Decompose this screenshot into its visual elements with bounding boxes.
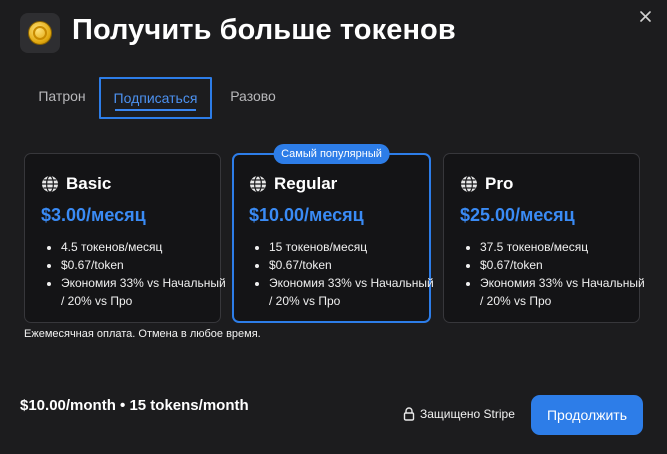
close-button[interactable] [635,6,655,26]
continue-button[interactable]: Продолжить [531,395,643,435]
secure-payment-label: Защищено Stripe [403,407,515,421]
plan-name: Basic [66,174,112,193]
lock-icon [403,407,415,421]
tab-label: Подписаться [113,90,198,106]
plan-features: 15 токенов/месяц $0.67/token Экономия 33… [249,238,439,310]
plan-name: Pro [485,174,514,193]
globe-icon [42,175,58,193]
secure-text: Защищено Stripe [420,407,515,421]
plan-features: 4.5 токенов/месяц $0.67/token Экономия 3… [41,238,231,310]
coin-icon [28,21,52,45]
plan-card-regular[interactable]: Самый популярный Regular $10.00/месяц 15… [232,144,434,323]
billing-note: Ежемесячная оплата. Отмена в любое время… [24,328,261,340]
globe-icon [461,175,477,193]
plan-card-basic[interactable]: Basic $3.00/месяц 4.5 токенов/месяц $0.6… [24,153,226,323]
app-icon [20,13,60,53]
globe-icon [250,175,266,193]
tab-label: Патрон [38,88,86,104]
dialog-title: Получить больше токенов [72,14,456,46]
close-icon [639,10,651,22]
active-tab-indicator [115,109,196,111]
tab-one-time[interactable]: Разово [214,77,292,115]
plan-name: Regular [274,174,338,193]
feature-item: Экономия 33% vs Начальный / 20% vs Про [61,274,231,310]
feature-item: 4.5 токенов/месяц [61,238,231,256]
plan-price: $25.00/месяц [460,205,575,225]
plan-price: $10.00/месяц [249,205,364,225]
plan-card-pro[interactable]: Pro $25.00/месяц 37.5 токенов/месяц $0.6… [443,153,645,323]
feature-item: $0.67/token [480,256,650,274]
order-summary: $10.00/month • 15 tokens/month [20,397,249,414]
plan-price: $3.00/месяц [41,205,146,225]
feature-item: Экономия 33% vs Начальный / 20% vs Про [269,274,439,310]
feature-item: 15 токенов/месяц [269,238,439,256]
tab-label: Разово [230,88,276,104]
feature-item: $0.67/token [61,256,231,274]
tab-patron[interactable]: Патрон [24,77,100,115]
feature-item: $0.67/token [269,256,439,274]
feature-item: 37.5 токенов/месяц [480,238,650,256]
most-popular-badge: Самый популярный [273,144,390,164]
plan-features: 37.5 токенов/месяц $0.67/token Экономия … [460,238,650,310]
feature-item: Экономия 33% vs Начальный / 20% vs Про [480,274,650,310]
tab-subscribe[interactable]: Подписаться [99,77,212,119]
